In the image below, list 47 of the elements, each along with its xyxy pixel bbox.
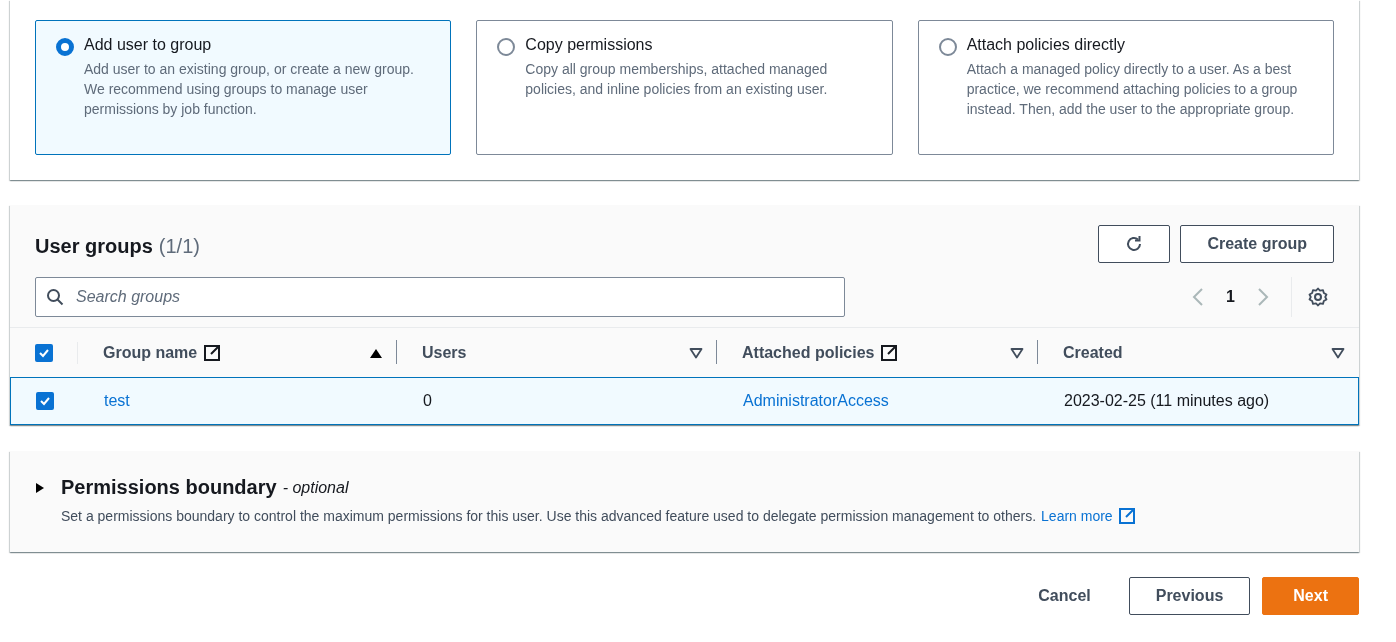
table-cell: 0	[423, 392, 432, 409]
sort-icon[interactable]	[1331, 346, 1345, 359]
radio-button[interactable]	[497, 38, 516, 56]
group-count: (1/1)	[158, 234, 200, 258]
option-description: Add user to an existing group, or create a new group. We recommend using groups to manage user permissions by job function.	[84, 60, 415, 119]
column-header[interactable]: Created	[1038, 328, 1359, 377]
column-label[interactable]: Created	[1063, 343, 1123, 362]
column-label[interactable]: Attached policies	[742, 343, 875, 362]
previous-button[interactable]: Previous	[1128, 577, 1251, 615]
settings-icon[interactable]	[1308, 287, 1328, 307]
column-header[interactable]: Attached policies	[717, 328, 1038, 377]
table-row[interactable]: test 0 AdministratorAccess 2023-02-25 (11 minutes ago)	[10, 377, 1359, 425]
sort-icon[interactable]	[1010, 346, 1024, 359]
create-group-button[interactable]: Create group	[1180, 225, 1334, 263]
option-title: Attach policies directly	[966, 36, 1126, 54]
option-title: Copy permissions	[525, 36, 654, 54]
table-link[interactable]: AdministratorAccess	[743, 392, 889, 409]
learn-more-link[interactable]: Learn more	[1041, 508, 1113, 524]
column-header[interactable]: Users	[397, 328, 717, 377]
table-link[interactable]: test	[104, 392, 130, 409]
option-tile[interactable]: Add user to group Add user to an existing group, or create a new group. We recommend using groups to manage user permissions by job function.	[35, 20, 452, 155]
external-link-icon[interactable]	[880, 343, 899, 362]
option-tile[interactable]: Attach policies directly Attach a managed policy directly to a user. As a best practice, we recommend attaching policies to a group instead. Then, add the user to the appropriate group.	[917, 20, 1334, 155]
column-label[interactable]: Users	[422, 343, 467, 362]
expand-caret-icon[interactable]	[35, 481, 45, 494]
row-checkbox[interactable]	[36, 392, 54, 410]
search-icon	[46, 288, 64, 306]
sort-icon[interactable]	[689, 346, 703, 359]
section-title[interactable]: Permissions boundary	[61, 476, 277, 499]
option-description: Copy all group memberships, attached managed policies, and inline policies from an existing user.	[525, 60, 829, 99]
table-cell: 2023-02-25 (11 minutes ago)	[1064, 392, 1270, 409]
option-title: Add user to group	[84, 36, 213, 54]
radio-button[interactable]	[938, 38, 957, 56]
cancel-button[interactable]: Cancel	[1012, 577, 1117, 615]
radio-button[interactable]	[56, 38, 74, 56]
refresh-button[interactable]	[1098, 225, 1171, 263]
optional-label: - optional	[282, 478, 349, 497]
panel-title: User groups	[35, 234, 153, 258]
column-label[interactable]: Group name	[103, 343, 198, 362]
external-link-icon[interactable]	[203, 343, 222, 362]
page-number[interactable]: 1	[1226, 288, 1235, 306]
section-description: Set a permissions boundary to control the maximum permissions for this user. Use this advanced feature used to delegate permission management to others.	[61, 508, 1037, 524]
select-all-checkbox[interactable]	[35, 343, 53, 362]
search-field[interactable]: Search groups	[35, 277, 845, 317]
option-description: Attach a managed policy directly to a user. As a best practice, we recommend attaching policies to a group instead. Then, add the user to the appropriate group.	[966, 60, 1299, 119]
column-header[interactable]: Group name	[78, 328, 397, 377]
option-tile[interactable]: Copy permissions Copy all group memberships, attached managed policies, and inline policies from an existing user.	[476, 20, 893, 155]
